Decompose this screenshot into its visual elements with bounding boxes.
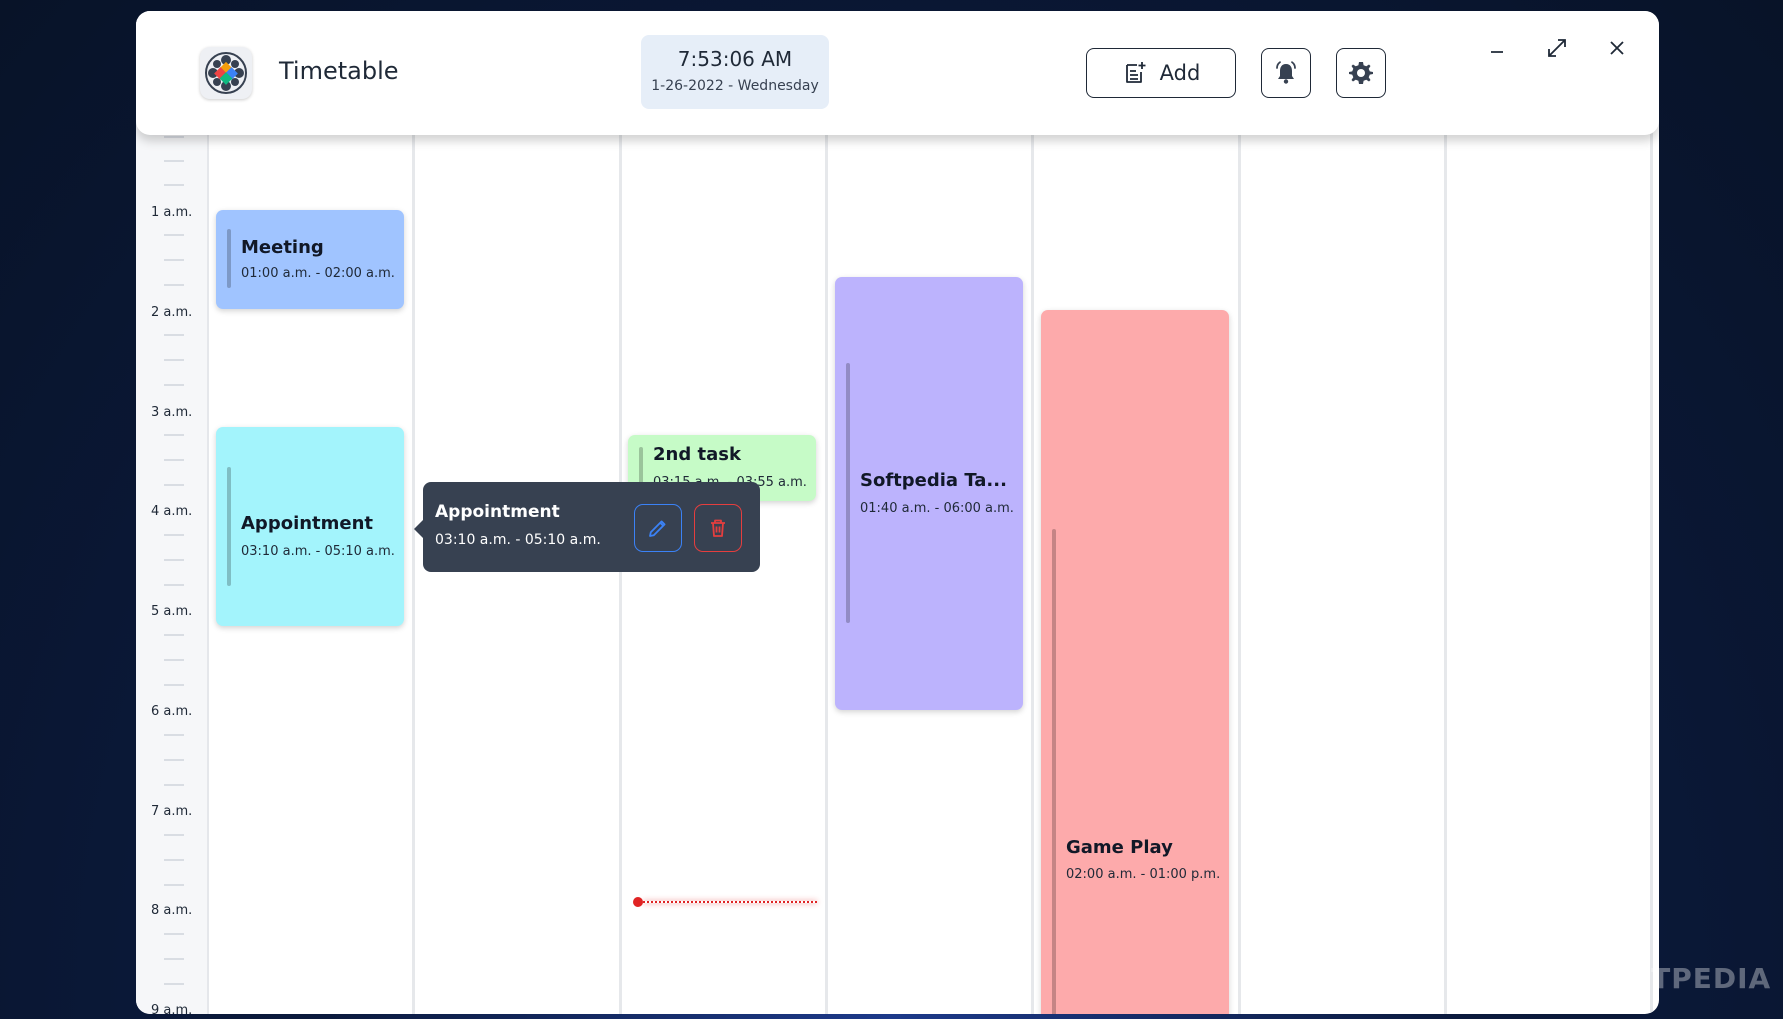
event-accent-bar bbox=[227, 229, 231, 288]
day-column[interactable] bbox=[1241, 11, 1447, 1014]
event-meeting[interactable]: Meeting 01:00 a.m. - 02:00 a.m. bbox=[216, 210, 404, 309]
add-button-label: Add bbox=[1159, 61, 1201, 85]
alarm-button[interactable] bbox=[1261, 48, 1311, 98]
delete-event-button[interactable] bbox=[694, 504, 742, 552]
bell-icon bbox=[1276, 61, 1296, 84]
tick bbox=[164, 136, 184, 138]
event-popover: Appointment 03:10 a.m. - 05:10 a.m. bbox=[414, 482, 760, 572]
tick bbox=[164, 434, 184, 436]
popover-title: Appointment bbox=[435, 502, 560, 522]
tick bbox=[164, 284, 184, 286]
time-label: 9 a.m. bbox=[151, 1003, 193, 1014]
event-title: Meeting bbox=[241, 237, 324, 258]
minimize-button[interactable] bbox=[1482, 33, 1512, 63]
tick bbox=[164, 484, 184, 486]
app-logo-icon bbox=[205, 52, 247, 94]
event-appointment[interactable]: Appointment 03:10 a.m. - 05:10 a.m. bbox=[216, 427, 404, 626]
tick bbox=[164, 184, 184, 186]
tick bbox=[164, 684, 184, 686]
gear-icon bbox=[1349, 62, 1373, 84]
time-label: 8 a.m. bbox=[151, 903, 193, 918]
app-logo bbox=[200, 47, 252, 99]
current-time-line bbox=[643, 901, 817, 903]
time-axis: 1 a.m. 2 a.m. 3 a.m. 4 a.m. 5 a.m. 6 a.m… bbox=[136, 11, 209, 1014]
tick bbox=[164, 459, 184, 461]
add-note-icon bbox=[1125, 62, 1146, 83]
event-title: Softpedia Ta... bbox=[860, 470, 1007, 491]
event-title: 2nd task bbox=[653, 444, 741, 465]
event-time: 03:10 a.m. - 05:10 a.m. bbox=[241, 544, 395, 559]
event-time: 02:00 a.m. - 01:00 p.m. bbox=[1066, 867, 1221, 882]
tick bbox=[164, 859, 184, 861]
app-window: 1 a.m. 2 a.m. 3 a.m. 4 a.m. 5 a.m. 6 a.m… bbox=[136, 11, 1659, 1014]
add-event-button[interactable]: Add bbox=[1086, 48, 1236, 98]
close-icon bbox=[1610, 41, 1624, 55]
tick bbox=[164, 759, 184, 761]
settings-button[interactable] bbox=[1336, 48, 1386, 98]
pencil-icon bbox=[649, 520, 666, 537]
app-header: Timetable 7:53:06 AM 1-26-2022 - Wednesd… bbox=[136, 11, 1659, 135]
tick bbox=[164, 659, 184, 661]
trash-icon bbox=[711, 519, 725, 537]
tick bbox=[164, 259, 184, 261]
tick bbox=[164, 784, 184, 786]
event-time: 01:00 a.m. - 02:00 a.m. bbox=[241, 266, 395, 281]
tick bbox=[164, 584, 184, 586]
clock-time: 7:53:06 AM bbox=[677, 47, 793, 71]
event-title: Appointment bbox=[241, 513, 374, 534]
event-softpedia-task[interactable]: Softpedia Ta... 01:40 a.m. - 06:00 a.m. bbox=[835, 277, 1023, 710]
time-label: 6 a.m. bbox=[151, 704, 193, 719]
day-column[interactable] bbox=[1447, 11, 1653, 1014]
tick bbox=[164, 534, 184, 536]
time-label: 2 a.m. bbox=[151, 305, 193, 320]
event-accent-bar bbox=[227, 467, 231, 586]
event-game-play[interactable]: Game Play 02:00 a.m. - 01:00 p.m. bbox=[1041, 310, 1229, 1014]
clock-date: 1-26-2022 - Wednesday bbox=[651, 78, 819, 94]
tick bbox=[164, 958, 184, 960]
popover-time: 03:10 a.m. - 05:10 a.m. bbox=[435, 532, 601, 548]
tick bbox=[164, 359, 184, 361]
tick bbox=[164, 884, 184, 886]
watermark: SOFTPEDIA bbox=[1585, 962, 1772, 995]
time-label: 5 a.m. bbox=[151, 604, 193, 619]
tick bbox=[164, 559, 184, 561]
maximize-icon bbox=[1548, 39, 1566, 57]
event-title: Game Play bbox=[1066, 837, 1173, 858]
tick bbox=[164, 933, 184, 935]
time-label: 4 a.m. bbox=[151, 504, 193, 519]
tick bbox=[164, 384, 184, 386]
time-label: 3 a.m. bbox=[151, 405, 193, 420]
tick bbox=[164, 834, 184, 836]
time-label: 1 a.m. bbox=[151, 205, 193, 220]
maximize-button[interactable] bbox=[1542, 33, 1572, 63]
tick bbox=[164, 983, 184, 985]
tick bbox=[164, 734, 184, 736]
time-label: 7 a.m. bbox=[151, 804, 193, 819]
tick bbox=[164, 634, 184, 636]
app-title: Timetable bbox=[279, 57, 399, 85]
event-time: 01:40 a.m. - 06:00 a.m. bbox=[860, 501, 1014, 516]
tick bbox=[164, 334, 184, 336]
edit-event-button[interactable] bbox=[634, 504, 682, 552]
clock-widget: 7:53:06 AM 1-26-2022 - Wednesday bbox=[641, 35, 829, 109]
minimize-icon bbox=[1491, 51, 1503, 53]
close-button[interactable] bbox=[1602, 33, 1632, 63]
tick bbox=[164, 160, 184, 162]
current-time-dot bbox=[633, 897, 643, 907]
event-accent-bar bbox=[1052, 529, 1056, 1014]
tick bbox=[164, 234, 184, 236]
current-time-indicator bbox=[633, 896, 817, 908]
event-accent-bar bbox=[846, 363, 850, 623]
popover-arrow bbox=[414, 520, 423, 538]
